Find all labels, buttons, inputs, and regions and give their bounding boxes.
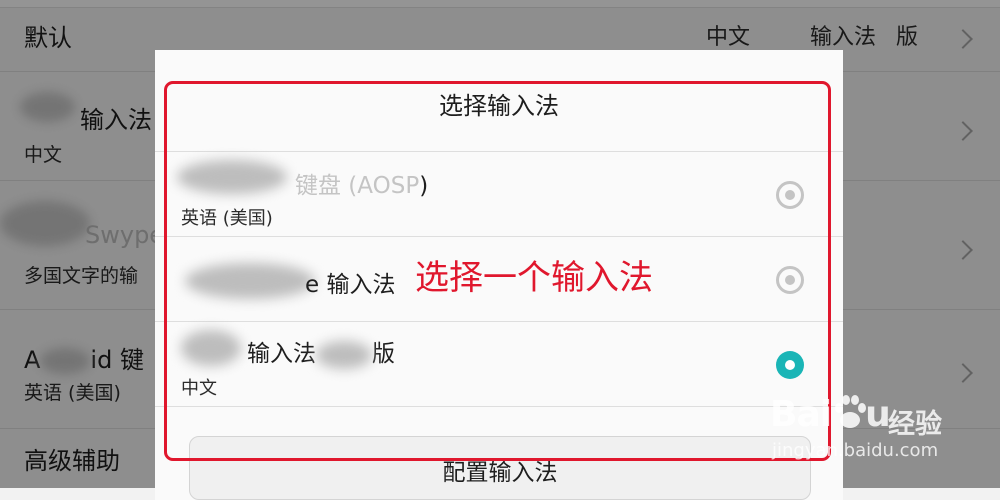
watermark-url: jingyan.baidu.com: [772, 440, 939, 461]
watermark-brand: Bai u: [770, 394, 891, 435]
baidu-jingyan-watermark: Bai u 经验 jingyan.baidu.com: [770, 380, 980, 470]
annotation-text: 选择一个输入法: [415, 258, 653, 298]
baidu-paw-icon: [835, 395, 866, 428]
watermark-product: 经验: [888, 409, 942, 440]
